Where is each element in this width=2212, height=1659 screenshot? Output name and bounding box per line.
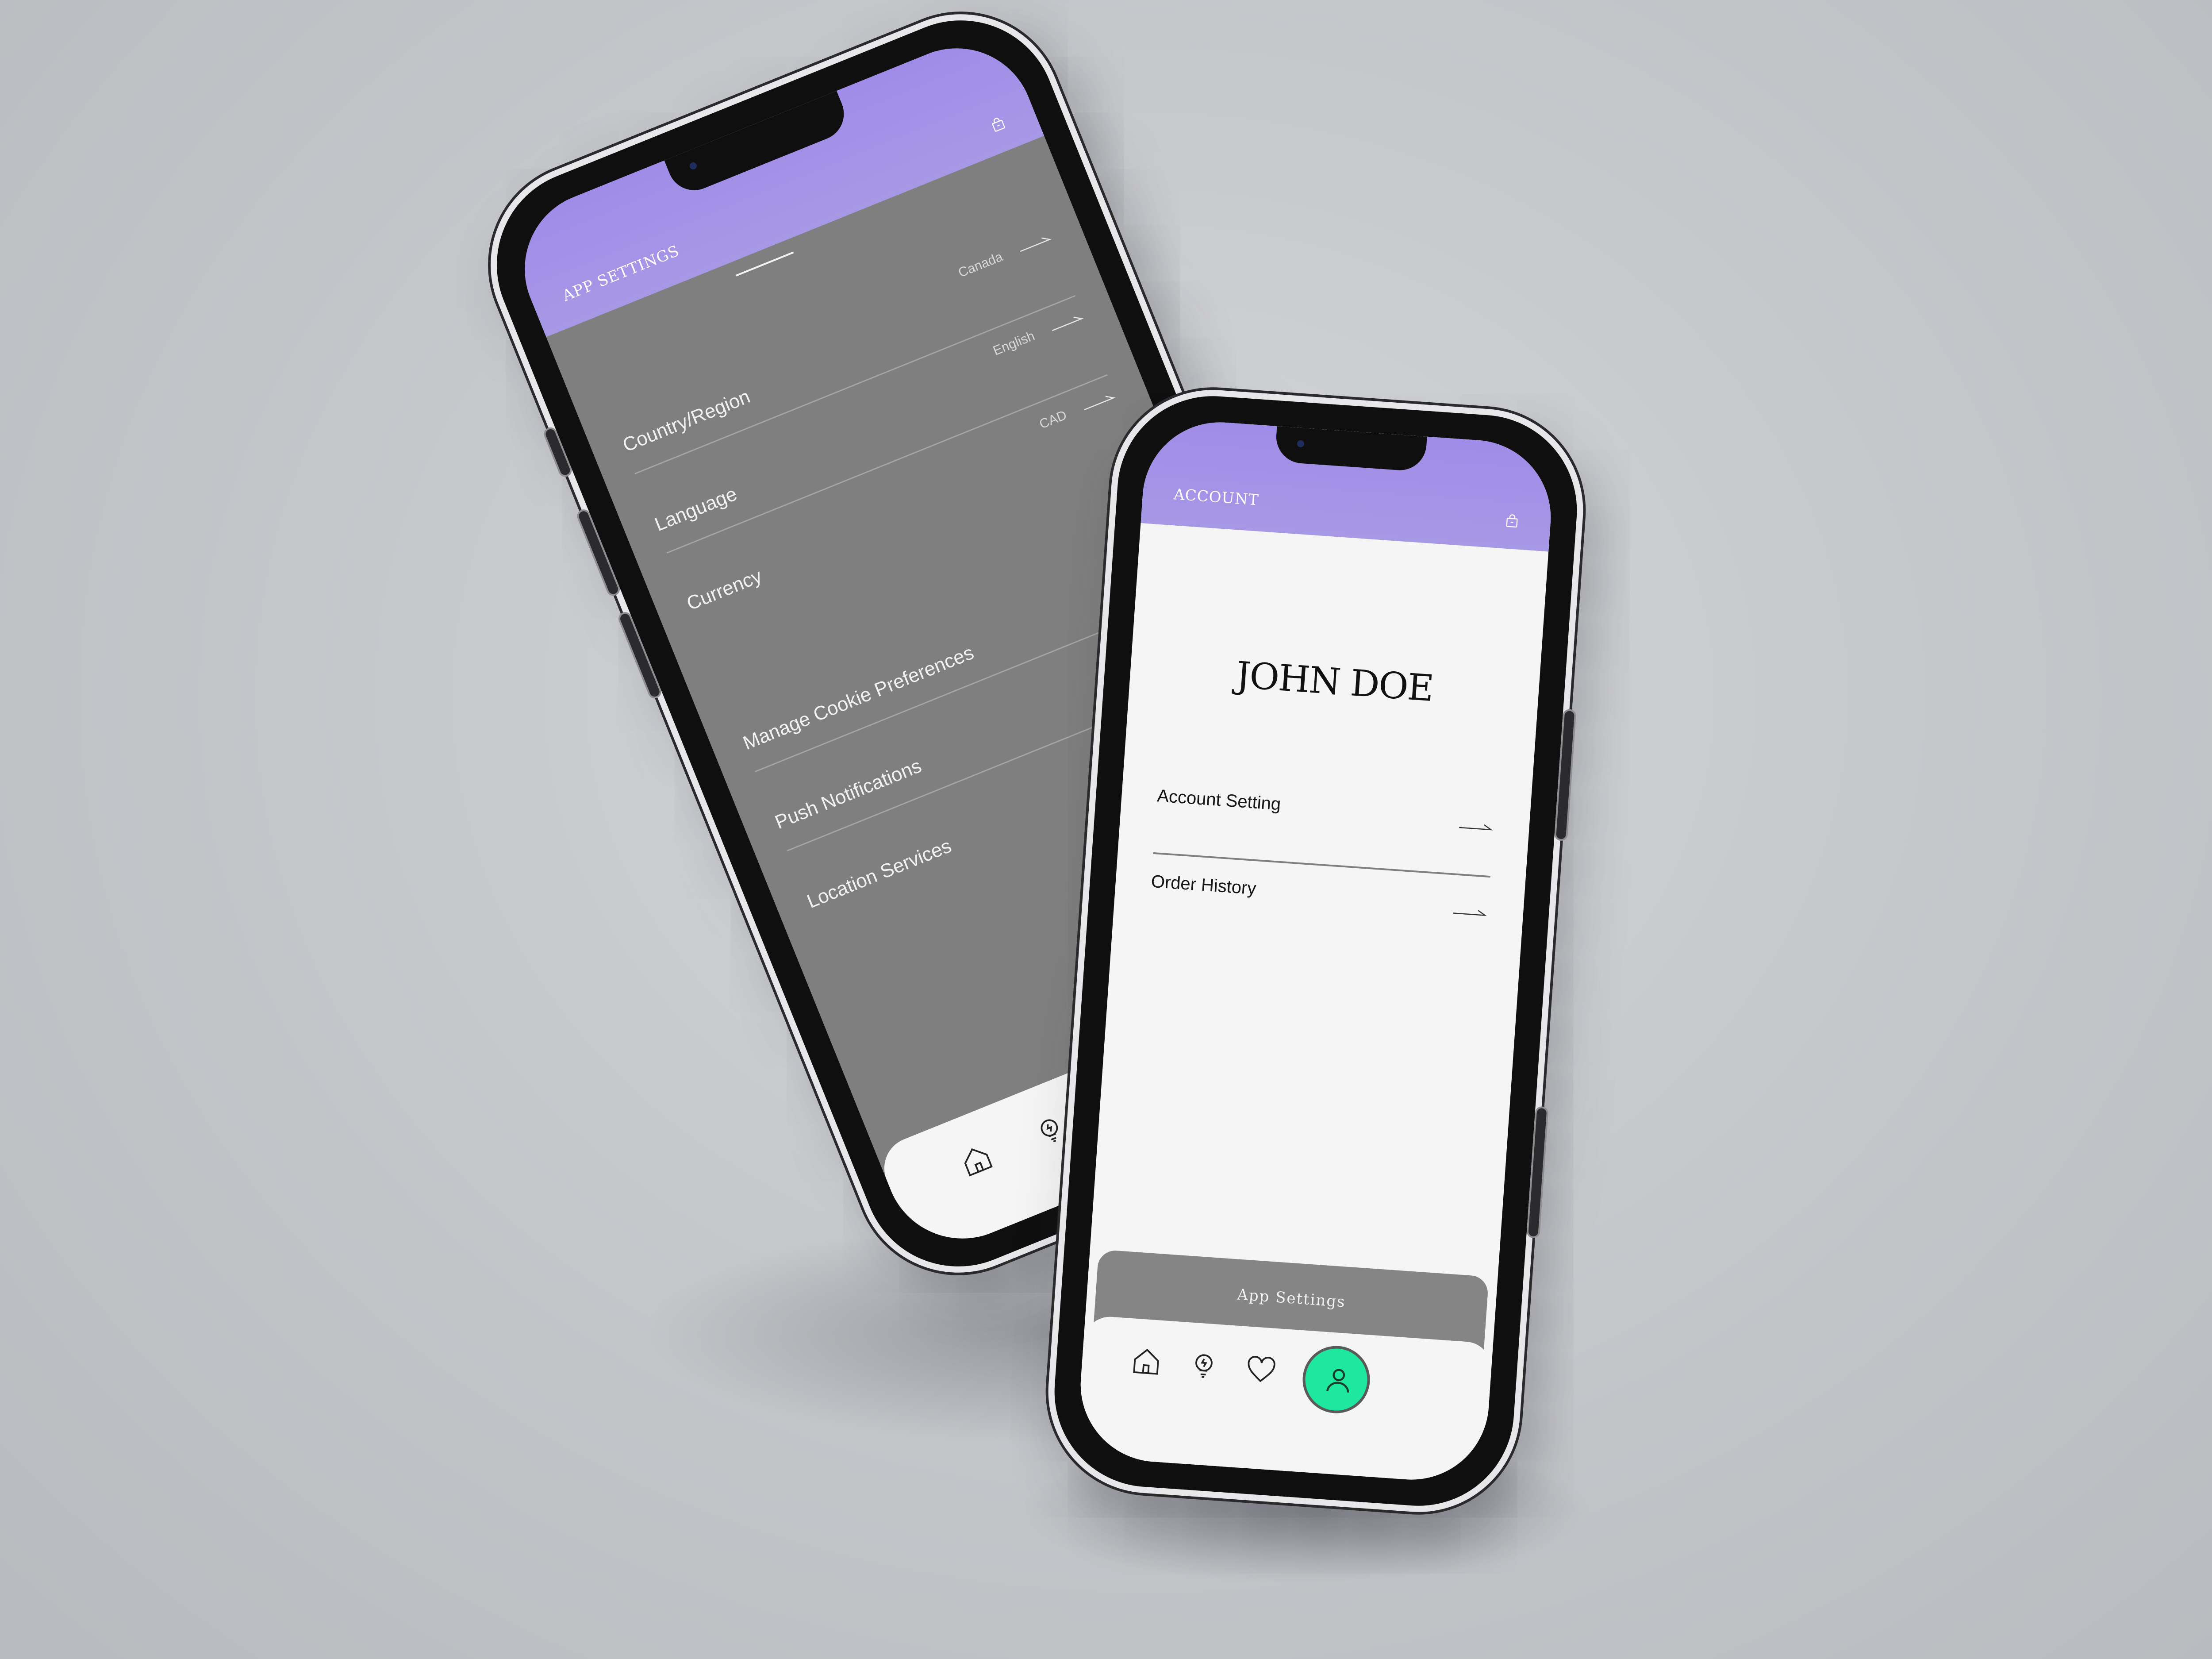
nav-ideas[interactable]: [1030, 1110, 1071, 1151]
arrow-right-icon: [1453, 910, 1487, 916]
front-camera: [1297, 440, 1305, 448]
nav-ideas[interactable]: [1187, 1349, 1221, 1382]
arrow-right-icon: [1052, 316, 1084, 331]
page-title: ACCOUNT: [1173, 485, 1260, 509]
nav-favorites[interactable]: [1244, 1353, 1278, 1386]
shopping-bag-icon[interactable]: [1504, 513, 1520, 529]
nav-profile-active[interactable]: [1300, 1343, 1372, 1416]
arrow-right-icon: [1020, 237, 1052, 252]
phone-account: ACCOUNT JOHN DOE Account Setting Order H…: [1041, 383, 1590, 1519]
lightbulb-icon: [1195, 1354, 1213, 1378]
settings-label: Currency: [684, 565, 765, 615]
profile-icon: [1326, 1369, 1349, 1393]
arrow-right-icon: [1459, 824, 1493, 831]
home-icon: [1133, 1348, 1159, 1375]
page-title: APP SETTINGS: [560, 242, 682, 305]
menu-item-label: Account Setting: [1156, 786, 1282, 814]
bottom-nav: [1075, 1315, 1494, 1485]
app-settings-tab-label: App Settings: [1237, 1286, 1347, 1311]
settings-value: Canada: [956, 249, 1005, 281]
side-button: [1554, 708, 1577, 842]
settings-value: CAD: [1037, 408, 1069, 432]
mockup-scene: APP SETTINGS Country/Region Canada Langu…: [0, 0, 2212, 1659]
account-screen: ACCOUNT JOHN DOE Account Setting Order H…: [1075, 417, 1556, 1485]
mute-switch: [541, 425, 574, 479]
nav-home[interactable]: [956, 1140, 997, 1180]
arrow-right-icon: [1084, 396, 1116, 411]
nav-home[interactable]: [1130, 1345, 1163, 1378]
side-rail: [1526, 1106, 1549, 1239]
lightbulb-icon: [1041, 1119, 1058, 1143]
profile-name: JOHN DOE: [1234, 654, 1435, 710]
volume-down-button: [616, 610, 664, 701]
front-camera: [688, 161, 698, 171]
settings-label: Location Services: [804, 835, 955, 913]
home-icon: [964, 1148, 993, 1177]
settings-label: Language: [651, 483, 740, 536]
heart-icon: [1248, 1356, 1275, 1382]
settings-value: English: [991, 328, 1037, 358]
volume-up-button: [575, 507, 622, 598]
menu-item-label: Order History: [1150, 871, 1257, 899]
account-menu: Account Setting Order History: [1147, 768, 1497, 961]
shopping-bag-icon[interactable]: [988, 115, 1008, 134]
